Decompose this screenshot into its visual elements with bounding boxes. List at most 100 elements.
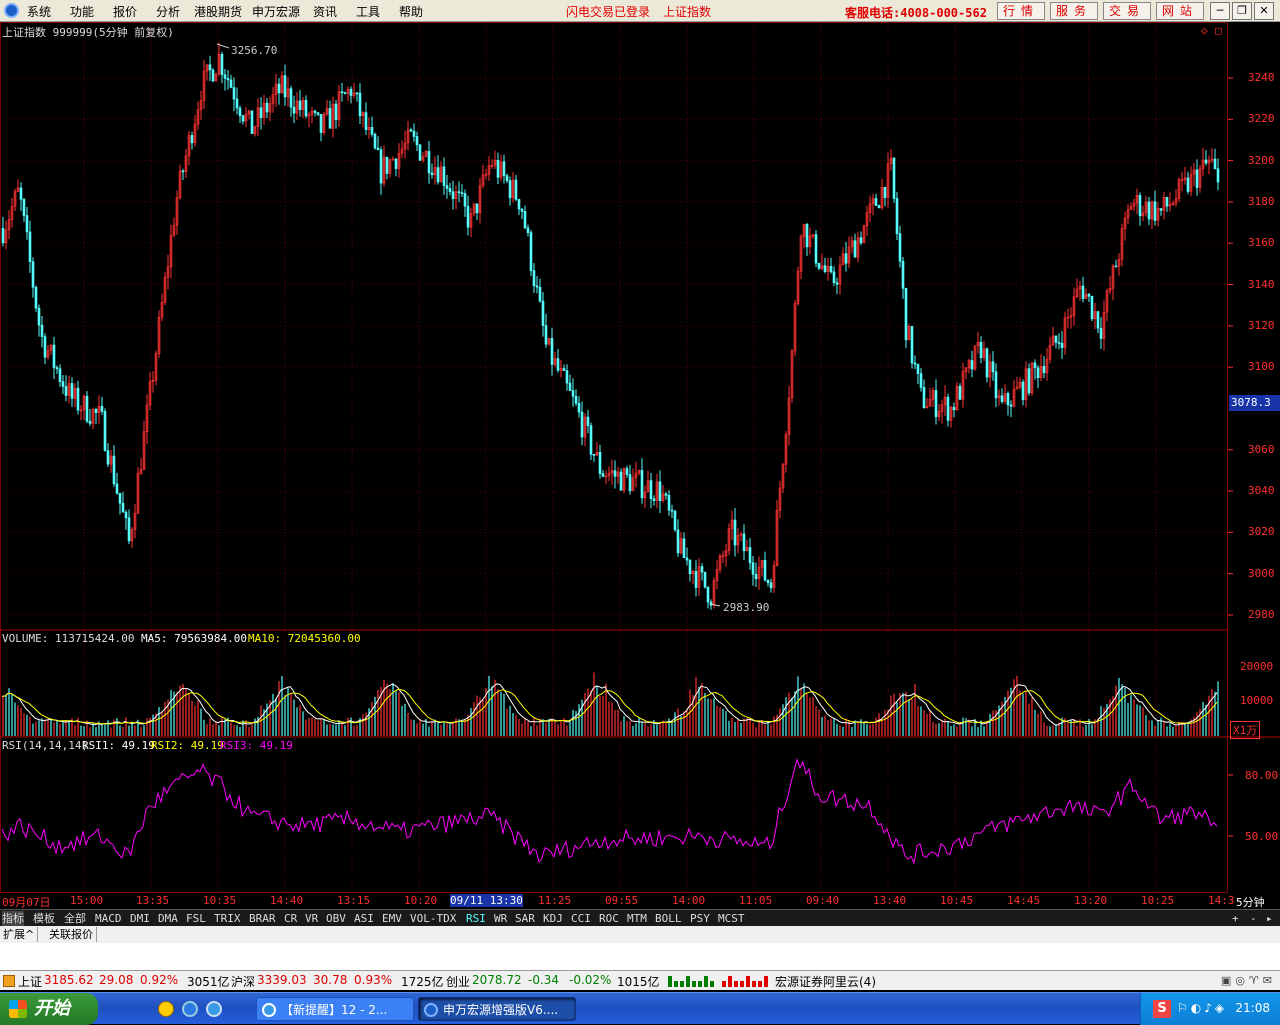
- candle-body: [535, 285, 539, 288]
- hs-name[interactable]: 沪深: [231, 973, 255, 990]
- price-axis-label: 3020: [1248, 525, 1275, 539]
- indicator-tab-dmi[interactable]: DMI: [130, 911, 150, 926]
- indicator-tab-obv[interactable]: OBV: [326, 911, 346, 926]
- indicator-tab-cci[interactable]: CCI: [571, 911, 591, 926]
- candle-body: [1186, 177, 1190, 192]
- indicator-tab-asi[interactable]: ASI: [354, 911, 374, 926]
- rsi-label: RSI(14,14,14): [2, 739, 89, 752]
- zoom-out-button[interactable]: -: [1250, 911, 1257, 926]
- rsi1-value: RSI1: 49.19: [82, 739, 155, 752]
- ie-icon[interactable]: [206, 1001, 222, 1017]
- indicator-tab-sar[interactable]: SAR: [515, 911, 535, 926]
- trade-button[interactable]: 交易: [1103, 2, 1151, 20]
- menu-swhy[interactable]: 申万宏源: [252, 3, 300, 20]
- close-icon[interactable]: ✕: [1254, 2, 1274, 20]
- indicator-tab-mcst[interactable]: MCST: [718, 911, 745, 926]
- period-label[interactable]: 5分钟: [1236, 894, 1265, 910]
- start-button[interactable]: 开始: [0, 993, 98, 1025]
- candle-body: [676, 529, 680, 554]
- task-browser-window[interactable]: 【新提醒】12 - 2...: [256, 997, 414, 1021]
- indicator-tab-roc[interactable]: ROC: [599, 911, 619, 926]
- indicator-tab-rsi[interactable]: RSI: [466, 911, 486, 926]
- candle-body: [901, 260, 905, 289]
- candle-body: [37, 307, 41, 326]
- sh-amount: 3051亿: [187, 975, 230, 989]
- menu-function[interactable]: 功能: [70, 3, 94, 20]
- tab-expand[interactable]: 扩展^: [0, 927, 39, 942]
- website-button[interactable]: 网站: [1156, 2, 1204, 20]
- indicator-tab-cr[interactable]: CR: [284, 911, 297, 926]
- time-axis-label: 14:00: [672, 894, 706, 907]
- restore-icon[interactable]: ❐: [1232, 2, 1252, 20]
- indicator-tab-trix[interactable]: TRIX: [214, 911, 241, 926]
- indicator-tab-voltdx[interactable]: VOL-TDX: [410, 911, 456, 926]
- indicator-tab-[interactable]: 指标: [2, 911, 24, 926]
- candle-body: [349, 88, 353, 96]
- breadth-bar: [680, 981, 684, 987]
- candle-body: [436, 167, 440, 183]
- indicator-tab-psy[interactable]: PSY: [690, 911, 710, 926]
- tray-icons[interactable]: ⚐◐♪◈: [1177, 1001, 1227, 1015]
- zoom-in-button[interactable]: +: [1232, 911, 1239, 926]
- menu-quote[interactable]: 报价: [113, 3, 137, 20]
- task-swhy-window[interactable]: 申万宏源增强版V6....: [418, 997, 576, 1021]
- menu-news[interactable]: 资讯: [313, 3, 337, 20]
- minimize-icon[interactable]: ─: [1210, 2, 1230, 20]
- candle-body: [58, 368, 62, 382]
- candle-body: [700, 566, 704, 573]
- indicator-tab-kdj[interactable]: KDJ: [543, 911, 563, 926]
- candle-body: [385, 156, 389, 174]
- candle-body: [910, 326, 914, 364]
- candle-body: [1021, 381, 1025, 400]
- indicator-tab-wr[interactable]: WR: [494, 911, 507, 926]
- hs-value: 3339.03: [257, 973, 307, 987]
- candle-body: [430, 172, 434, 176]
- candle-body: [442, 166, 446, 186]
- candle-body: [1096, 311, 1100, 329]
- menu-analysis[interactable]: 分析: [156, 3, 180, 20]
- broker-server[interactable]: 宏源证券阿里云(4): [775, 973, 876, 990]
- market-button[interactable]: 行情: [997, 2, 1045, 20]
- candle-body: [190, 135, 194, 144]
- scroll-right-button[interactable]: ▸: [1266, 911, 1273, 926]
- cy-name[interactable]: 创业: [446, 973, 470, 990]
- diamond-icon[interactable]: ◇: [1201, 24, 1208, 37]
- browser-icon[interactable]: [182, 1001, 198, 1017]
- candle-body: [814, 234, 818, 264]
- indicator-tab-boll[interactable]: BOLL: [655, 911, 682, 926]
- indicator-tab-dma[interactable]: DMA: [158, 911, 178, 926]
- indicator-tab-emv[interactable]: EMV: [382, 911, 402, 926]
- breadth-bar: [692, 981, 696, 987]
- cy-pct: -0.02%: [569, 973, 612, 987]
- indicator-tab-mtm[interactable]: MTM: [627, 911, 647, 926]
- menu-tools[interactable]: 工具: [356, 3, 380, 20]
- indicator-tab-[interactable]: 全部: [64, 911, 86, 926]
- indicator-tab-brar[interactable]: BRAR: [249, 911, 276, 926]
- indicator-tab-vr[interactable]: VR: [305, 911, 318, 926]
- candle-body: [427, 151, 431, 174]
- quicklaunch-icon[interactable]: [158, 1001, 174, 1017]
- indicator-tab-macd[interactable]: MACD: [95, 911, 122, 926]
- menu-hk-futures[interactable]: 港股期货: [194, 3, 242, 20]
- task-label: 申万宏源增强版V6....: [443, 1003, 559, 1017]
- chart-canvas[interactable]: [0, 22, 1280, 893]
- service-button[interactable]: 服务: [1050, 2, 1098, 20]
- candle-body: [64, 386, 68, 396]
- candle-body: [220, 54, 224, 76]
- indicator-tab-fsl[interactable]: FSL: [186, 911, 206, 926]
- tab-related-quotes[interactable]: 关联报价: [46, 927, 97, 942]
- candle-body: [181, 170, 185, 173]
- candle-body: [373, 134, 377, 149]
- time-axis-label: 13:35: [136, 894, 170, 907]
- chart-area[interactable]: 上证指数 999999(5分钟 前复权) ◇ □ 3240 3220 3200 318…: [0, 22, 1280, 893]
- ime-icon[interactable]: S: [1153, 1000, 1171, 1018]
- menu-system[interactable]: 系统: [27, 3, 51, 20]
- window-icon[interactable]: □: [1215, 24, 1222, 37]
- sh-name[interactable]: 上证: [18, 973, 42, 990]
- indicator-tab-[interactable]: 模板: [33, 911, 55, 926]
- candle-body: [823, 265, 827, 272]
- breadth-bar: [752, 981, 756, 987]
- candle-body: [418, 144, 422, 161]
- menu-help[interactable]: 帮助: [399, 3, 423, 20]
- candle-body: [979, 341, 983, 358]
